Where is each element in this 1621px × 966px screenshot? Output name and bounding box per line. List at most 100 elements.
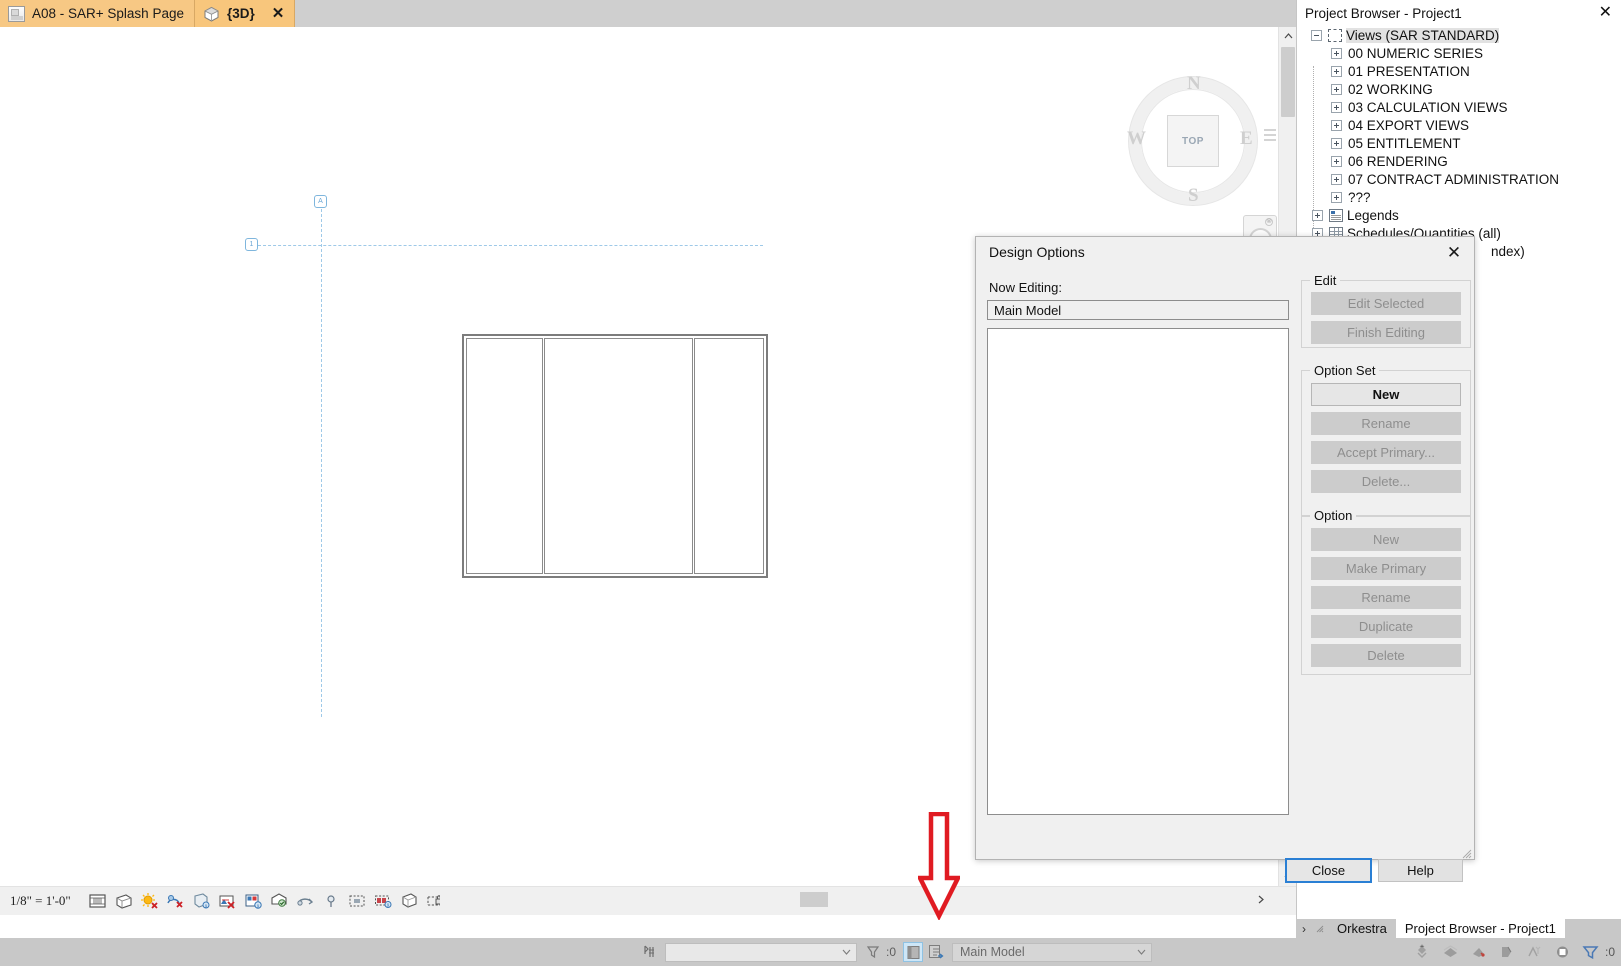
model-building-outline[interactable] [462,334,768,578]
hide-crop-region-icon[interactable] [114,892,133,910]
sun-path-off-icon[interactable] [166,892,185,910]
exclude-options-icon[interactable] [903,942,924,962]
finish-editing-button[interactable]: Finish Editing [1311,321,1461,344]
tree-node-05-entitlement[interactable]: 05 ENTITLEMENT [1303,134,1621,152]
view-tab-3d[interactable]: {3D} ✕ [194,0,296,27]
dialog-close-icon[interactable]: ✕ [1444,243,1464,263]
view-cube[interactable]: N S W E TOP [1122,65,1276,213]
temporary-hide-isolate-icon[interactable] [296,892,315,910]
select-links-icon[interactable] [1413,942,1433,962]
render-gallery-icon[interactable]: 9 [244,892,263,910]
expand-icon[interactable] [1312,209,1323,221]
workset-filter-icon[interactable] [863,942,883,962]
option-rename-button[interactable]: Rename [1311,586,1461,609]
tree-node-views[interactable]: Views (SAR STANDARD) [1303,26,1621,44]
tree-node-07-contract-administration[interactable]: 07 CONTRACT ADMINISTRATION [1303,170,1621,188]
option-duplicate-button[interactable]: Duplicate [1311,615,1461,638]
expand-icon[interactable] [1331,155,1342,167]
reveal-hidden-elements-icon[interactable] [270,892,289,910]
render-off-icon[interactable] [218,892,237,910]
panel-grip-icon[interactable] [1312,925,1328,933]
panel-tab-project-browser[interactable]: Project Browser - Project1 [1395,919,1565,938]
compass-north-label[interactable]: N [1187,73,1201,95]
view-scale-label[interactable]: 1/8" = 1'-0" [10,893,71,909]
active-workset-combo[interactable] [665,942,857,962]
visual-style-icon[interactable]: 9 [192,892,211,910]
expand-icon[interactable] [1331,101,1342,113]
browser-scroll-up-icon[interactable] [1281,27,1296,44]
option-delete-button[interactable]: Delete [1311,644,1461,667]
edit-selected-button[interactable]: Edit Selected [1311,292,1461,315]
canvas-horizontal-scroll-thumb[interactable] [800,892,828,907]
expand-icon[interactable] [1331,137,1342,149]
option-set-delete-button[interactable]: Delete... [1311,470,1461,493]
selection-filter-cluster: :0 [1413,938,1615,966]
dialog-close-button[interactable]: Close [1286,859,1371,882]
button-label: Duplicate [1358,619,1414,634]
tree-node-04-export-views[interactable]: 04 EXPORT VIEWS [1303,116,1621,134]
expand-icon[interactable] [1331,173,1342,185]
button-label: New [1372,387,1400,402]
tree-node-00-numeric-series[interactable]: 00 NUMERIC SERIES [1303,44,1621,62]
design-options-listbox[interactable] [987,328,1289,815]
grid-bubble-1[interactable]: 1 [245,238,258,251]
tree-node-03-calculation-views[interactable]: 03 CALCULATION VIEWS [1303,98,1621,116]
now-editing-field[interactable]: Main Model [987,300,1289,320]
dialog-help-button[interactable]: Help [1378,859,1463,882]
view-cube-top-face[interactable]: TOP [1167,115,1219,167]
view-tab-sheet[interactable]: A08 - SAR+ Splash Page [0,0,195,27]
view-cube-menu-icon[interactable] [1264,129,1276,143]
option-set-new-button[interactable]: New [1311,383,1461,406]
filter-icon[interactable] [1581,942,1601,962]
collapse-icon[interactable] [1311,29,1322,41]
crop-view-icon[interactable] [88,892,107,910]
active-design-option-combo[interactable]: Main Model [952,942,1153,962]
model-partition-wall-1[interactable] [542,338,545,574]
panel-expand-chevron-right-icon[interactable]: › [1296,922,1312,936]
expand-icon[interactable] [1331,191,1342,203]
grid-line-1[interactable] [258,245,763,246]
steering-wheel-close-icon[interactable]: ⊗ [1265,218,1273,226]
expand-icon[interactable] [1331,83,1342,95]
tree-node-label: 04 EXPORT VIEWS [1348,117,1470,133]
tree-node-02-working[interactable]: 02 WORKING [1303,80,1621,98]
close-tab-icon[interactable]: ✕ [272,6,285,21]
tree-node-legends[interactable]: Legends [1303,206,1621,224]
editable-only-icon[interactable] [1553,942,1573,962]
project-browser-close-icon[interactable]: ✕ [1599,4,1612,22]
grid-line-a[interactable] [321,209,322,717]
select-by-face-icon[interactable] [1497,942,1517,962]
option-make-primary-button[interactable]: Make Primary [1311,557,1461,580]
compass-west-label[interactable]: W [1127,128,1146,150]
analytical-model-icon[interactable] [322,892,341,910]
grid-bubble-a[interactable]: A [314,195,327,208]
dialog-resize-grip[interactable] [1462,847,1472,859]
select-underlay-icon[interactable] [1441,942,1461,962]
tree-node-label: 00 NUMERIC SERIES [1348,45,1484,61]
project-browser-tree[interactable]: Views (SAR STANDARD) 00 NUMERIC SERIES 0… [1297,26,1621,260]
show-render-dialog-icon[interactable] [400,892,419,910]
option-set-accept-primary-button[interactable]: Accept Primary... [1311,441,1461,464]
select-pinned-icon[interactable] [1469,942,1489,962]
tree-node-06-rendering[interactable]: 06 RENDERING [1303,152,1621,170]
modify-cursor-icon[interactable] [640,942,660,962]
drag-elements-icon[interactable] [1525,942,1545,962]
constraints-icon[interactable] [348,892,367,910]
scroll-right-arrow-icon[interactable] [1252,891,1270,908]
compass-east-label[interactable]: E [1240,128,1253,150]
tree-node-unknown[interactable]: ??? [1303,188,1621,206]
design-options-dialog[interactable]: Design Options ✕ Now Editing: Main Model… [975,236,1475,882]
expand-icon[interactable] [1331,65,1342,77]
option-set-rename-button[interactable]: Rename [1311,412,1461,435]
canvas-horizontal-scrollbar[interactable] [440,891,1270,908]
option-new-button[interactable]: New [1311,528,1461,551]
expand-icon[interactable] [1331,47,1342,59]
shadows-off-icon[interactable] [140,892,159,910]
compass-south-label[interactable]: S [1188,185,1199,207]
worksharing-display-off-icon[interactable]: 9 [374,892,393,910]
model-partition-wall-2[interactable] [692,338,695,574]
expand-icon[interactable] [1331,119,1342,131]
tree-node-01-presentation[interactable]: 01 PRESENTATION [1303,62,1621,80]
active-design-option-icon[interactable] [926,942,946,962]
panel-tab-orkestra[interactable]: Orkestra [1328,919,1396,938]
